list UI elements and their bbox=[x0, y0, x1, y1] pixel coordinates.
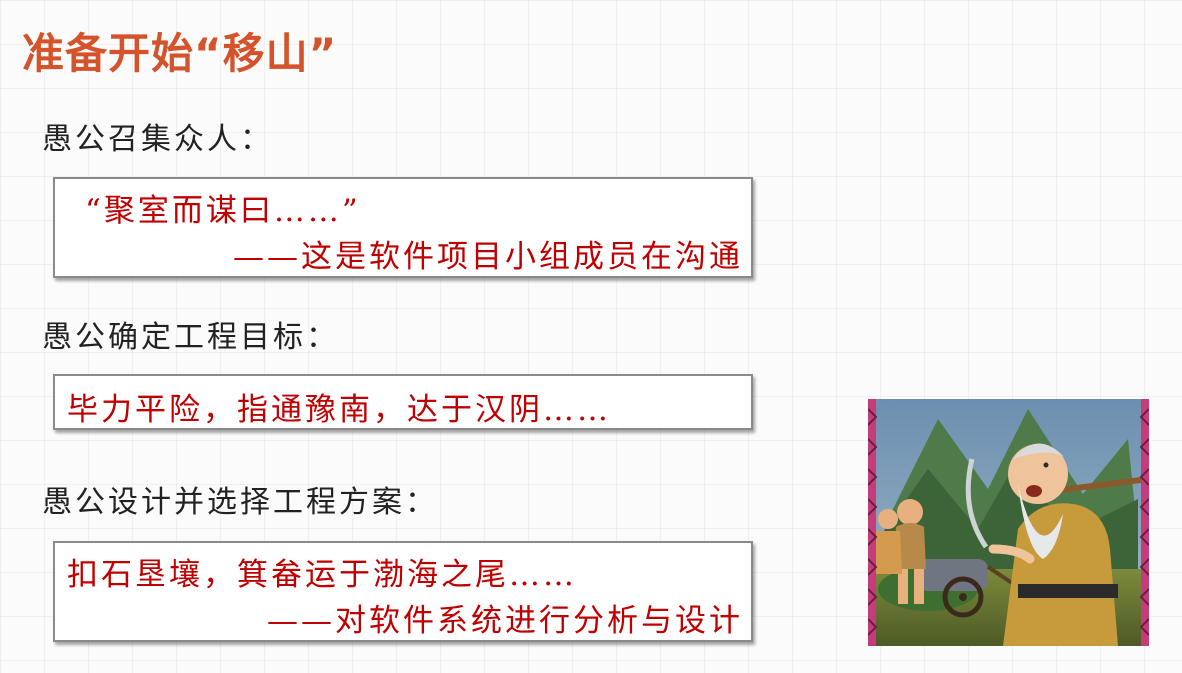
quote-box-goal: 毕力平险，指通豫南，达于汉阴…… bbox=[53, 374, 753, 430]
section-label-plan: 愚公设计并选择工程方案： bbox=[42, 485, 438, 520]
quote-box-plan: 扣石垦壤，箕畚运于渤海之尾…… ——对软件系统进行分析与设计 bbox=[53, 541, 753, 642]
quote-attribution: ——这是软件项目小组成员在沟通 bbox=[233, 239, 743, 275]
section-label-gather: 愚公召集众人： bbox=[42, 122, 273, 157]
slide-title: 准备开始“移山” bbox=[22, 29, 338, 78]
section-label-goal: 愚公确定工程目标： bbox=[42, 320, 339, 355]
quote-box-gather: “聚室而谋曰……” ——这是软件项目小组成员在沟通 bbox=[53, 177, 753, 278]
quote-line: 毕力平险，指通豫南，达于汉阴…… bbox=[67, 392, 611, 428]
quote-line: 扣石垦壤，箕畚运于渤海之尾…… bbox=[67, 557, 577, 593]
quote-attribution: ——对软件系统进行分析与设计 bbox=[267, 603, 743, 639]
quote-line: “聚室而谋曰……” bbox=[85, 193, 361, 229]
yugong-illustration bbox=[868, 399, 1149, 646]
